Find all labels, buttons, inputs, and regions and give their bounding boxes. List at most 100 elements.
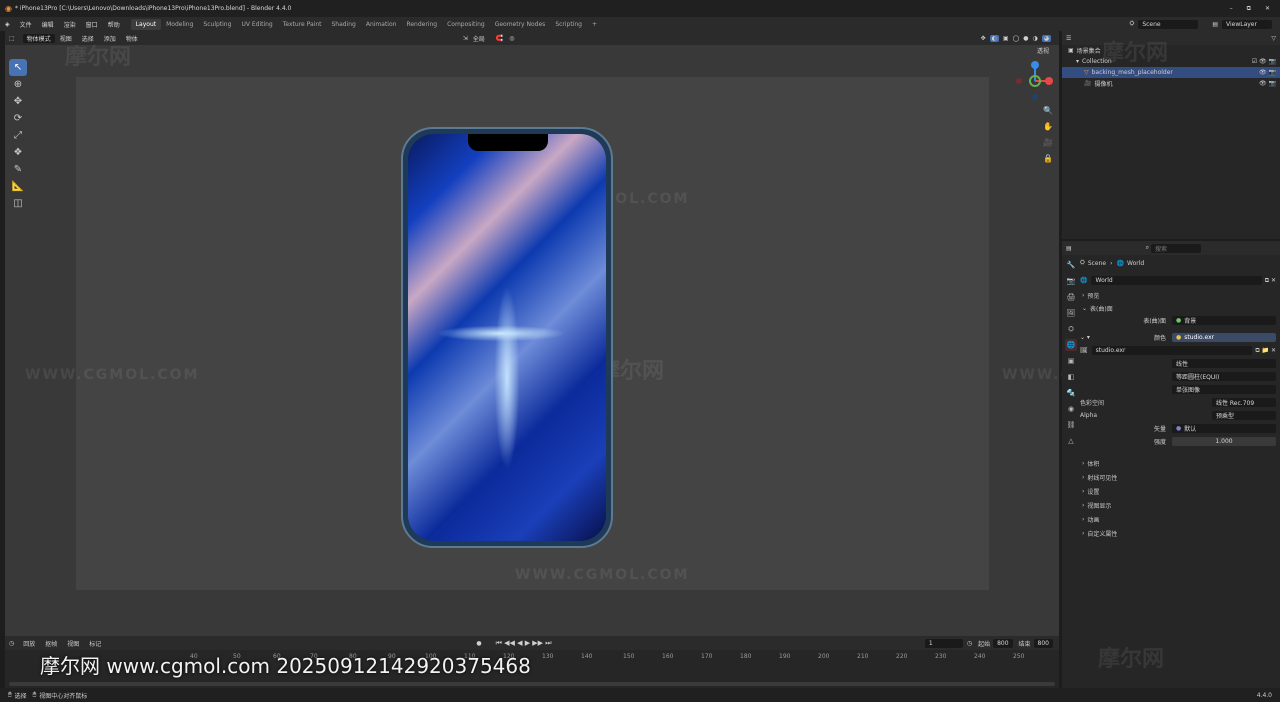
section-animation[interactable]: › 动画: [1080, 513, 1276, 526]
transform-orientation-selector[interactable]: 全局: [468, 34, 490, 43]
projection-select[interactable]: 等距圆柱(EQUI): [1172, 372, 1276, 381]
move-tool-icon[interactable]: ✥: [9, 93, 27, 110]
menu-window[interactable]: 窗口: [81, 20, 103, 29]
minimize-button[interactable]: –: [1230, 5, 1233, 13]
xray-toggle-icon[interactable]: ▣: [1003, 35, 1009, 42]
lock-icon[interactable]: 🔒: [1041, 151, 1055, 165]
scene-tab-icon[interactable]: ⛭: [1065, 323, 1077, 335]
output-tab-icon[interactable]: 🖨: [1065, 291, 1077, 303]
collection-tab-icon[interactable]: ▣: [1065, 355, 1077, 367]
colorspace-select[interactable]: 线性 Rec.709: [1212, 398, 1276, 407]
snap-icon[interactable]: 🧲: [496, 35, 503, 42]
shading-material-icon[interactable]: ◑: [1033, 35, 1038, 42]
close-button[interactable]: ✕: [1265, 5, 1270, 13]
3d-viewport[interactable]: ⬚ 物体模式 视图 选择 添加 物体 ⇲ 全局 🧲 ◎ ✥ ◐ ▣ ◯ ● ◑ …: [5, 31, 1174, 636]
tab-rendering[interactable]: Rendering: [401, 19, 442, 30]
editor-type-icon[interactable]: ⬚: [5, 35, 19, 42]
section-custom-properties[interactable]: › 自定义属性: [1080, 527, 1276, 540]
interpolation-select[interactable]: 线性: [1172, 359, 1276, 368]
surface-shader-field[interactable]: ● 背景: [1172, 316, 1276, 325]
image-name-field[interactable]: studio.exr: [1091, 346, 1253, 355]
tool-tab-icon[interactable]: 🔧: [1065, 259, 1077, 271]
scene-collection-row[interactable]: ▣ 场景集合: [1062, 45, 1280, 56]
color-expand-icon[interactable]: ⌄ ▾: [1080, 334, 1090, 341]
blender-menu-icon[interactable]: ◈: [0, 21, 15, 28]
shading-solid-icon[interactable]: ●: [1023, 35, 1028, 42]
tab-compositing[interactable]: Compositing: [442, 19, 490, 30]
strength-slider[interactable]: 1.000: [1172, 437, 1276, 446]
properties-editor-icon[interactable]: ▤: [1066, 245, 1072, 252]
playback-controls-icon[interactable]: ⏮ ◀◀ ◀ ▶ ▶▶ ⏭: [496, 639, 552, 648]
scale-tool-icon[interactable]: ⤢: [9, 127, 27, 144]
menu-edit[interactable]: 编辑: [37, 20, 59, 29]
world-name-field[interactable]: World: [1091, 276, 1262, 285]
section-preview[interactable]: › 预览: [1080, 289, 1276, 302]
world-datablock-icon[interactable]: 🌐: [1080, 277, 1087, 284]
annotate-tool-icon[interactable]: ✎: [9, 161, 27, 178]
section-volume[interactable]: › 体积: [1080, 457, 1276, 470]
section-ray-visibility[interactable]: › 射线可见性: [1080, 471, 1276, 484]
properties-search-input[interactable]: 搜索: [1151, 243, 1202, 253]
tab-animation[interactable]: Animation: [361, 19, 402, 30]
axis-gizmo-icon[interactable]: [1013, 59, 1058, 104]
menu-playback[interactable]: 回放: [18, 639, 40, 648]
rotate-tool-icon[interactable]: ⟳: [9, 110, 27, 127]
tab-layout[interactable]: Layout: [130, 18, 162, 30]
menu-timeline-view[interactable]: 视图: [62, 639, 84, 648]
section-settings[interactable]: › 设置: [1080, 485, 1276, 498]
menu-marker[interactable]: 标记: [84, 639, 106, 648]
modifier-tab-icon[interactable]: 🔩: [1065, 387, 1077, 399]
navigation-gizmo[interactable]: [1013, 59, 1058, 104]
menu-render[interactable]: 渲染: [59, 20, 81, 29]
pan-hand-icon[interactable]: ✋: [1041, 119, 1055, 133]
overlay-toggle-icon[interactable]: ◐: [989, 34, 999, 42]
timeline-editor-icon[interactable]: ◷: [5, 640, 18, 647]
constraint-tab-icon[interactable]: ⛓: [1065, 419, 1077, 431]
alpha-select[interactable]: 预乘型: [1212, 411, 1276, 420]
proportional-edit-icon[interactable]: ◎: [509, 35, 514, 42]
menu-keying[interactable]: 抠帧: [40, 639, 62, 648]
outliner-item[interactable]: 🎥 摄像机 👁 📷: [1062, 78, 1280, 89]
tab-uv-editing[interactable]: UV Editing: [236, 19, 277, 30]
outliner-editor-icon[interactable]: ☰: [1066, 35, 1071, 42]
collection-row[interactable]: ▾ Collection ☑ 👁 📷: [1062, 56, 1280, 67]
vector-input-field[interactable]: ● 默认: [1172, 424, 1276, 433]
collection-expand-icon[interactable]: ▾: [1076, 58, 1079, 65]
scene-selector[interactable]: Scene: [1138, 19, 1199, 29]
visibility-icon[interactable]: 👁 📷: [1259, 80, 1276, 87]
tab-shading[interactable]: Shading: [326, 19, 360, 30]
transform-tool-icon[interactable]: ❖: [9, 144, 27, 161]
current-frame-field[interactable]: 1: [924, 638, 963, 648]
tab-texture-paint[interactable]: Texture Paint: [278, 19, 327, 30]
mode-selector[interactable]: 物体模式: [22, 33, 55, 43]
camera-view-icon[interactable]: 🎥: [1041, 135, 1055, 149]
iphone-model[interactable]: [401, 127, 613, 548]
add-cube-tool-icon[interactable]: ◫: [9, 195, 27, 212]
add-workspace-button[interactable]: +: [587, 19, 602, 30]
image-icon[interactable]: 🖼: [1080, 347, 1088, 354]
maximize-button[interactable]: ⧉: [1247, 5, 1251, 13]
object-tab-icon[interactable]: ◧: [1065, 371, 1077, 383]
cursor-tool-icon[interactable]: ⊕: [9, 76, 27, 93]
start-frame-field[interactable]: 800: [993, 638, 1013, 648]
tab-scripting[interactable]: Scripting: [550, 19, 587, 30]
tab-sculpting[interactable]: Sculpting: [198, 19, 236, 30]
shading-rendered-icon[interactable]: ◕: [1041, 34, 1051, 42]
filter-icon[interactable]: ▽: [1271, 35, 1276, 42]
data-tab-icon[interactable]: △: [1065, 435, 1077, 447]
section-viewport-display[interactable]: › 视图显示: [1080, 499, 1276, 512]
zoom-icon[interactable]: 🔍: [1041, 103, 1055, 117]
physics-tab-icon[interactable]: ◉: [1065, 403, 1077, 415]
image-actions-icon[interactable]: ⧉ 📁 ✕: [1255, 347, 1276, 355]
color-input-field[interactable]: ● studio.exr: [1172, 333, 1276, 342]
view-layer-selector[interactable]: ViewLayer: [1222, 19, 1272, 29]
source-select[interactable]: 单张图像: [1172, 385, 1276, 394]
tab-geometry-nodes[interactable]: Geometry Nodes: [490, 19, 551, 30]
checkbox-icon[interactable]: ☑ 👁 📷: [1252, 58, 1276, 65]
outliner-item[interactable]: ▽ backing_mesh_placeholder 👁 📷: [1062, 67, 1280, 78]
end-frame-field[interactable]: 800: [1033, 638, 1053, 648]
shading-wireframe-icon[interactable]: ◯: [1013, 35, 1020, 42]
render-tab-icon[interactable]: 📷: [1065, 275, 1077, 287]
record-icon[interactable]: ●: [476, 640, 481, 647]
gizmo-toggle-icon[interactable]: ✥: [981, 35, 986, 42]
